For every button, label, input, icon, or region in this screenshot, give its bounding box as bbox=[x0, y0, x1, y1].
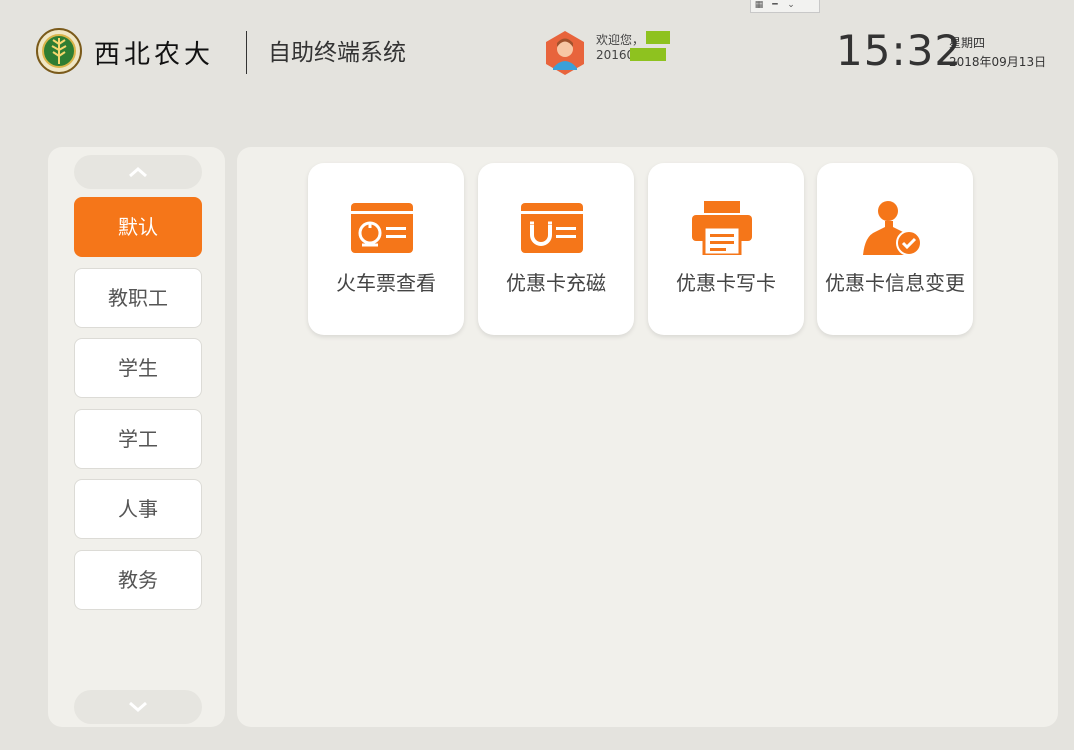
redacted-user-id bbox=[630, 48, 666, 61]
sidebar-item-student-affairs[interactable]: 学工 bbox=[74, 409, 202, 469]
user-id: 20160 bbox=[596, 48, 635, 62]
scroll-up-button[interactable] bbox=[74, 155, 202, 189]
chevron-up-icon bbox=[129, 167, 147, 178]
user-avatar-icon bbox=[546, 31, 584, 75]
welcome-text: 欢迎您， bbox=[596, 33, 645, 47]
tile-label: 优惠卡信息变更 bbox=[825, 271, 965, 295]
grid-icon[interactable]: ▦ bbox=[751, 0, 767, 10]
header-bar: 西北农大 自助终端系统 欢迎您， 20160 ▦ ━ ⌄ 15:32 星期四 201… bbox=[0, 0, 1074, 100]
train-ticket-icon bbox=[351, 203, 413, 253]
minimize-icon[interactable]: ━ bbox=[767, 0, 783, 10]
weekday: 星期四 bbox=[949, 36, 986, 50]
sidebar-item-student[interactable]: 学生 bbox=[74, 338, 202, 398]
tile-card-info-change[interactable]: 优惠卡信息变更 bbox=[817, 163, 973, 335]
magnet-card-icon bbox=[521, 203, 583, 253]
printer-icon bbox=[692, 201, 752, 255]
redacted-username bbox=[646, 31, 670, 44]
date: 2018年09月13日 bbox=[949, 55, 1047, 69]
header-divider bbox=[246, 31, 247, 74]
chevron-down-icon[interactable]: ⌄ bbox=[783, 0, 799, 10]
chevron-down-icon bbox=[129, 701, 147, 712]
clock-time: 15:32 bbox=[836, 26, 963, 75]
tile-label: 优惠卡写卡 bbox=[676, 271, 776, 295]
tile-card-write[interactable]: 优惠卡写卡 bbox=[648, 163, 804, 335]
service-panel: 火车票查看 优惠卡充磁 优惠卡写卡 优惠卡信息变更 bbox=[237, 147, 1058, 727]
user-check-icon bbox=[863, 201, 922, 255]
sidebar-item-personnel[interactable]: 人事 bbox=[74, 479, 202, 539]
brand-name: 西北农大 bbox=[94, 40, 215, 70]
tile-label: 优惠卡充磁 bbox=[506, 271, 606, 295]
sidebar-item-default[interactable]: 默认 bbox=[74, 197, 202, 257]
category-sidebar: 默认 教职工 学生 学工 人事 教务 bbox=[48, 147, 225, 727]
tile-train-ticket[interactable]: 火车票查看 bbox=[308, 163, 464, 335]
tile-card-magnetize[interactable]: 优惠卡充磁 bbox=[478, 163, 634, 335]
sidebar-item-staff[interactable]: 教职工 bbox=[74, 268, 202, 328]
tile-label: 火车票查看 bbox=[336, 271, 436, 295]
university-logo-icon bbox=[36, 28, 82, 74]
window-controls[interactable]: ▦ ━ ⌄ bbox=[750, 0, 820, 13]
system-title: 自助终端系统 bbox=[268, 40, 406, 66]
sidebar-item-academic[interactable]: 教务 bbox=[74, 550, 202, 610]
scroll-down-button[interactable] bbox=[74, 690, 202, 724]
